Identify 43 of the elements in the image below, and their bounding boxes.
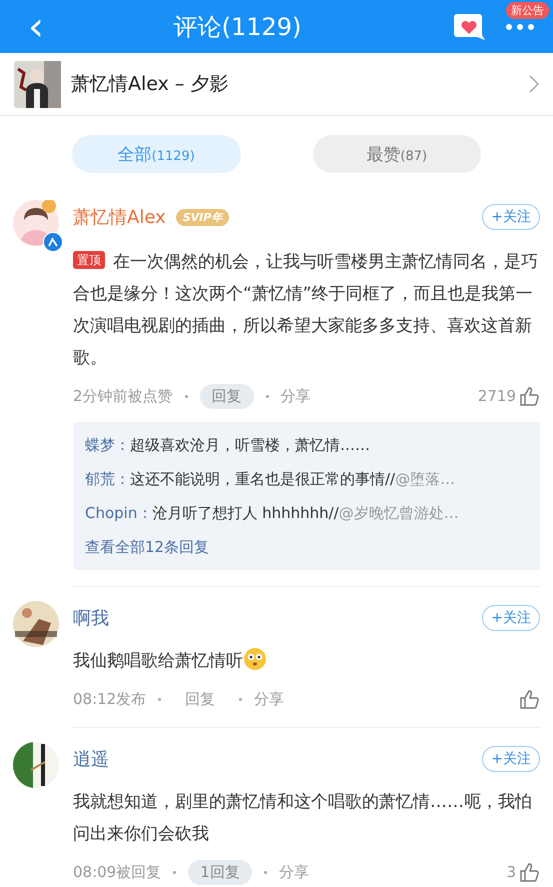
avatar[interactable] bbox=[13, 742, 59, 788]
comment-text: 我就想知道，剧里的萧忆情和这个唱歌的萧忆情……呃，我怕问出来你们会砍我 bbox=[73, 791, 533, 846]
follow-button[interactable]: +关注 bbox=[482, 204, 540, 230]
reply-button[interactable]: 1回复 bbox=[188, 860, 252, 884]
chevron-right-icon[interactable] bbox=[529, 75, 539, 93]
comment-time: 08:09被回复 bbox=[73, 862, 162, 882]
user-name[interactable]: 萧忆情Alex bbox=[73, 205, 166, 229]
reply-button[interactable]: 回复 bbox=[200, 384, 254, 408]
user-name[interactable]: 啊我 bbox=[73, 606, 109, 630]
reply-text: 郁荒：这还不能说明，重名也是很正常的事情//@堕落… bbox=[85, 469, 456, 490]
comment-time: 2分钟前被点赞 bbox=[73, 386, 173, 406]
reply-button[interactable]: 回复 bbox=[173, 686, 228, 712]
share-button[interactable]: 分享 bbox=[278, 862, 309, 882]
verified-badge-icon bbox=[43, 232, 63, 252]
view-all-replies-link[interactable]: 查看全部12条回复 bbox=[85, 530, 210, 564]
emoji-icon bbox=[243, 647, 267, 671]
heart-chat-icon[interactable] bbox=[453, 12, 485, 42]
thumbs-up-icon[interactable] bbox=[518, 861, 540, 883]
user-name[interactable]: 逍遥 bbox=[73, 747, 109, 771]
avatar[interactable] bbox=[13, 200, 59, 246]
back-button[interactable]: ‹ bbox=[0, 6, 60, 48]
page-title: 评论(1129) bbox=[172, 12, 302, 42]
avatar[interactable] bbox=[13, 601, 59, 647]
song-title[interactable]: 萧忆情Alex – 夕影 bbox=[71, 71, 519, 97]
notice-badge: 新公告 bbox=[506, 2, 549, 19]
tab[interactable]: 最赞(87) bbox=[312, 135, 481, 173]
reply-text: 蝶梦：超级喜欢沧月，听雪楼，萧忆情…… bbox=[85, 435, 371, 456]
comment-time: 08:12发布 bbox=[73, 690, 146, 708]
comment-text: 我仙鹅唱歌给萧忆情听 bbox=[73, 645, 540, 677]
thumbs-up-icon[interactable] bbox=[518, 688, 540, 710]
follow-button[interactable]: +关注 bbox=[482, 605, 540, 631]
vip-badge: SVIP年 bbox=[176, 208, 230, 226]
thumbs-up-icon[interactable] bbox=[518, 385, 540, 407]
tab[interactable]: 全部(1129) bbox=[72, 135, 240, 173]
like-count: 3 bbox=[506, 863, 516, 881]
follow-button[interactable]: +关注 bbox=[482, 746, 540, 772]
share-button[interactable]: 分享 bbox=[254, 690, 284, 708]
comment-text: $^{置顶}$ 在一次偶然的机会，让我与听雪楼男主萧忆情同名，是巧合也是缘分！这次两个“萧忆情”终于同框了，而且也是我第一次演唱电视剧的插曲，所以希望大家能多多支持、喜欢这首新歌。 bbox=[73, 250, 539, 370]
pinned-badge: 置顶 bbox=[73, 251, 105, 269]
share-button[interactable]: 分享 bbox=[280, 386, 311, 406]
more-icon[interactable] bbox=[505, 22, 535, 30]
reply-text: Chopin：沧月听了想打人 hhhhhhh//@岁晚忆曾游处… bbox=[85, 503, 460, 524]
like-count: 2719 bbox=[478, 387, 516, 405]
